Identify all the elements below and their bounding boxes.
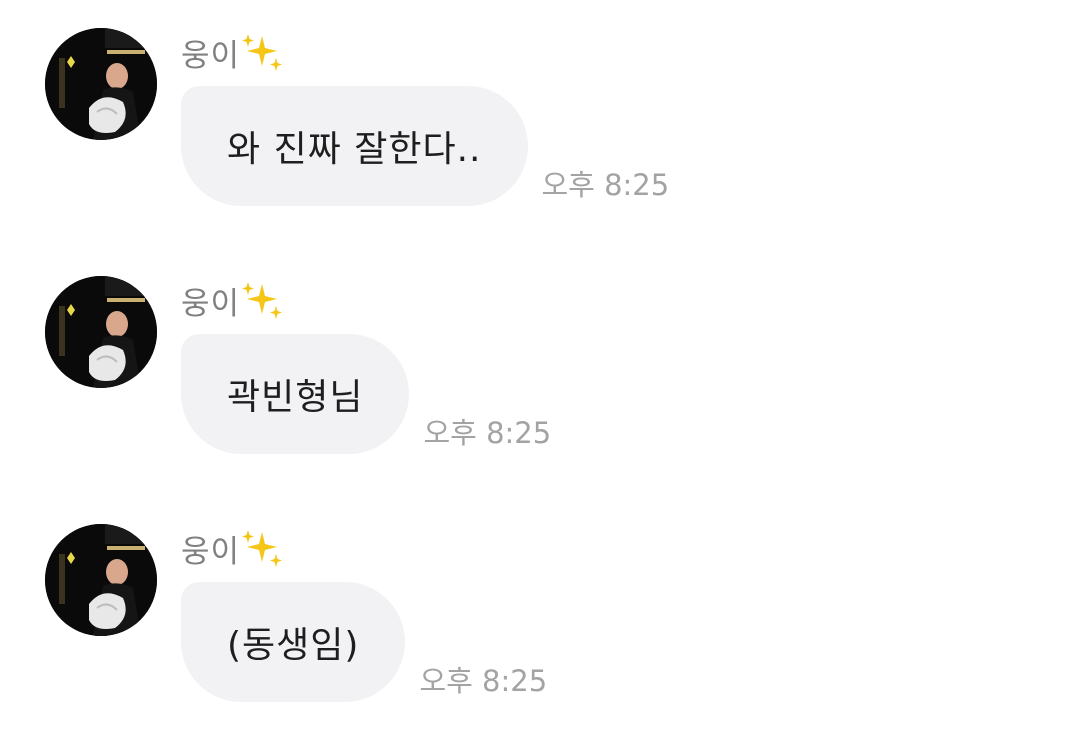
- sender-name-row: 웅이: [181, 278, 284, 322]
- sender-avatar[interactable]: [45, 524, 157, 636]
- message-bubble[interactable]: 곽빈형님: [181, 334, 410, 454]
- chat-message: 웅이 곽빈형님 오후 8:25: [0, 276, 1080, 496]
- sparkles-icon: [238, 526, 284, 570]
- chat-message-list: 웅이 와 진짜 잘한다.. 오후 8:25 웅이 곽빈형님 오후 8:25 웅이…: [0, 0, 1080, 751]
- message-row: 곽빈형님 오후 8:25: [181, 334, 551, 454]
- message-text: 곽빈형님: [227, 377, 364, 418]
- message-timestamp: 오후 8:25: [423, 416, 552, 450]
- sender-name-row: 웅이: [181, 526, 284, 570]
- message-bubble[interactable]: (동생임): [181, 582, 406, 702]
- chat-message: 웅이 와 진짜 잘한다.. 오후 8:25: [0, 28, 1080, 248]
- sender-avatar[interactable]: [45, 28, 157, 140]
- message-text: 와 진짜 잘한다..: [227, 129, 482, 170]
- profile-photo-icon: [45, 524, 157, 636]
- sender-name: 웅이: [181, 285, 241, 322]
- message-row: (동생임) 오후 8:25: [181, 582, 547, 702]
- message-timestamp: 오후 8:25: [419, 664, 548, 698]
- sender-name-row: 웅이: [181, 30, 284, 74]
- message-bubble[interactable]: 와 진짜 잘한다..: [181, 86, 528, 206]
- chat-message: 웅이 (동생임) 오후 8:25: [0, 524, 1080, 744]
- sparkles-icon: [238, 30, 284, 74]
- profile-photo-icon: [45, 28, 157, 140]
- message-timestamp: 오후 8:25: [541, 168, 670, 202]
- sparkles-icon: [238, 278, 284, 322]
- message-text: (동생임): [227, 625, 360, 666]
- profile-photo-icon: [45, 276, 157, 388]
- sender-avatar[interactable]: [45, 276, 157, 388]
- message-row: 와 진짜 잘한다.. 오후 8:25: [181, 86, 669, 206]
- sender-name: 웅이: [181, 37, 241, 74]
- sender-name: 웅이: [181, 533, 241, 570]
